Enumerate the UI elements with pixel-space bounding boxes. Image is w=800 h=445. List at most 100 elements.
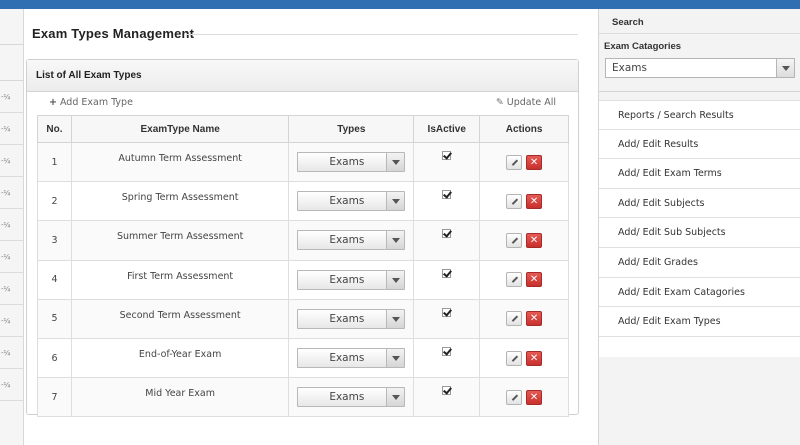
sidebar-menu-item[interactable]: Add/ Edit Subjects [599, 188, 800, 219]
left-strip-cell: -¼ [0, 241, 23, 273]
chevron-down-icon [386, 270, 405, 289]
delete-button[interactable]: ✕ [526, 389, 543, 405]
isactive-checkbox[interactable] [442, 268, 452, 278]
types-cell: Exams [288, 337, 415, 379]
type-select-value: Exams [329, 195, 365, 208]
edit-button[interactable] [506, 154, 523, 170]
type-select-value: Exams [329, 234, 365, 247]
isactive-cell [413, 337, 481, 379]
sidebar-menu: Reports / Search Results Add/ Edit Result… [599, 100, 800, 337]
delete-button[interactable]: ✕ [526, 350, 543, 366]
edit-button[interactable] [506, 232, 523, 248]
isactive-checkbox[interactable] [442, 307, 452, 317]
types-cell: Exams [288, 220, 415, 261]
row-number: 5 [37, 298, 72, 339]
chevron-down-icon [386, 231, 405, 250]
chevron-down-icon [386, 153, 405, 172]
isactive-cell [413, 259, 481, 300]
delete-button[interactable]: ✕ [526, 232, 543, 248]
add-exam-type-button[interactable]: + Add Exam Type [49, 97, 133, 108]
left-strip: -¼ -¼ -¼ -¼ -¼ -¼ -¼ -¼ -¼ -¼ [0, 9, 24, 445]
chevron-down-icon [386, 349, 405, 368]
left-strip-cell: -¼ [0, 305, 23, 337]
type-select[interactable]: Exams [297, 348, 406, 369]
left-strip-cell: -¼ [0, 369, 23, 401]
search-sidebar: Search Exam Catagories Exams Reports / S… [598, 9, 800, 445]
col-header-isactive: IsActive [413, 115, 481, 143]
edit-button[interactable] [506, 193, 523, 209]
page-title: Exam Types Management [32, 26, 195, 41]
table-row: 3 Summer Term Assessment Exams ✕ [37, 220, 569, 261]
isactive-cell [413, 377, 481, 418]
type-select[interactable]: Exams [297, 191, 406, 212]
edit-button[interactable] [506, 311, 523, 327]
delete-button[interactable]: ✕ [526, 154, 543, 170]
exam-categories-select[interactable]: Exams [605, 58, 795, 78]
types-cell: Exams [288, 377, 415, 418]
exam-type-name: Second Term Assessment [70, 298, 290, 339]
delete-button[interactable]: ✕ [526, 193, 543, 209]
add-exam-type-label: Add Exam Type [59, 97, 133, 108]
plus-icon: + [49, 97, 57, 108]
type-select[interactable]: Exams [297, 387, 406, 408]
exam-type-name: Autumn Term Assessment [70, 141, 290, 183]
isactive-checkbox[interactable] [442, 386, 452, 396]
types-cell: Exams [288, 298, 415, 339]
table-row: 6 End-of-Year Exam Exams ✕ [37, 337, 569, 379]
sidebar-menu-item[interactable]: Add/ Edit Exam Catagories [599, 277, 800, 308]
isactive-cell [413, 220, 481, 261]
left-strip-cell: -¼ [0, 337, 23, 369]
exam-type-name: Spring Term Assessment [70, 181, 290, 222]
update-all-button[interactable]: ✎ Update All [496, 97, 556, 108]
type-select-value: Exams [329, 312, 365, 325]
edit-button[interactable] [506, 389, 523, 405]
edit-button[interactable] [506, 272, 523, 288]
sidebar-menu-item[interactable]: Add/ Edit Grades [599, 247, 800, 278]
isactive-checkbox[interactable] [442, 229, 452, 239]
isactive-cell [413, 298, 481, 339]
sidebar-menu-item[interactable]: Reports / Search Results [599, 100, 800, 130]
table-row: 2 Spring Term Assessment Exams ✕ [37, 181, 569, 222]
table-header-row: No. ExamType Name Types IsActive Actions [37, 115, 569, 143]
types-cell: Exams [288, 141, 415, 183]
isactive-cell [413, 141, 481, 183]
sidebar-menu-item[interactable]: Add/ Edit Sub Subjects [599, 218, 800, 248]
delete-button[interactable]: ✕ [526, 272, 543, 288]
type-select[interactable]: Exams [297, 308, 406, 329]
type-select[interactable]: Exams [297, 152, 406, 173]
left-strip-cell: -¼ [0, 145, 23, 177]
chevron-down-icon [386, 309, 405, 328]
chevron-down-icon [386, 388, 405, 407]
col-header-no: No. [37, 115, 72, 143]
type-select-value: Exams [329, 156, 365, 169]
sidebar-menu-item[interactable]: Add/ Edit Exam Terms [599, 159, 800, 189]
pencil-icon: ✎ [495, 97, 504, 108]
top-bar [0, 0, 800, 9]
sidebar-menu-item[interactable]: Add/ Edit Results [599, 129, 800, 160]
left-strip-cell: -¼ [0, 273, 23, 305]
isactive-checkbox[interactable] [442, 346, 452, 356]
type-select[interactable]: Exams [297, 269, 406, 290]
left-strip-cell: -¼ [0, 81, 23, 113]
left-strip-cell: -¼ [0, 177, 23, 209]
isactive-checkbox[interactable] [442, 151, 452, 160]
edit-button[interactable] [506, 350, 523, 366]
actions-cell: ✕ [479, 220, 569, 261]
row-number: 3 [37, 220, 72, 261]
chevron-down-icon [386, 192, 405, 211]
row-number: 7 [37, 377, 72, 418]
isactive-checkbox[interactable] [442, 190, 452, 200]
actions-cell: ✕ [479, 181, 569, 222]
row-number: 2 [37, 181, 72, 222]
type-select-value: Exams [329, 391, 365, 404]
type-select-value: Exams [329, 352, 365, 365]
type-select[interactable]: Exams [297, 230, 406, 251]
row-number: 4 [37, 259, 72, 300]
delete-button[interactable]: ✕ [526, 311, 543, 327]
actions-cell: ✕ [479, 298, 569, 339]
exam-types-table: No. ExamType Name Types IsActive Actions… [37, 115, 569, 418]
sidebar-menu-item[interactable]: Add/ Edit Exam Types [599, 307, 800, 337]
actions-cell: ✕ [479, 377, 569, 418]
search-title: Search [599, 9, 800, 34]
row-number: 1 [37, 141, 72, 183]
